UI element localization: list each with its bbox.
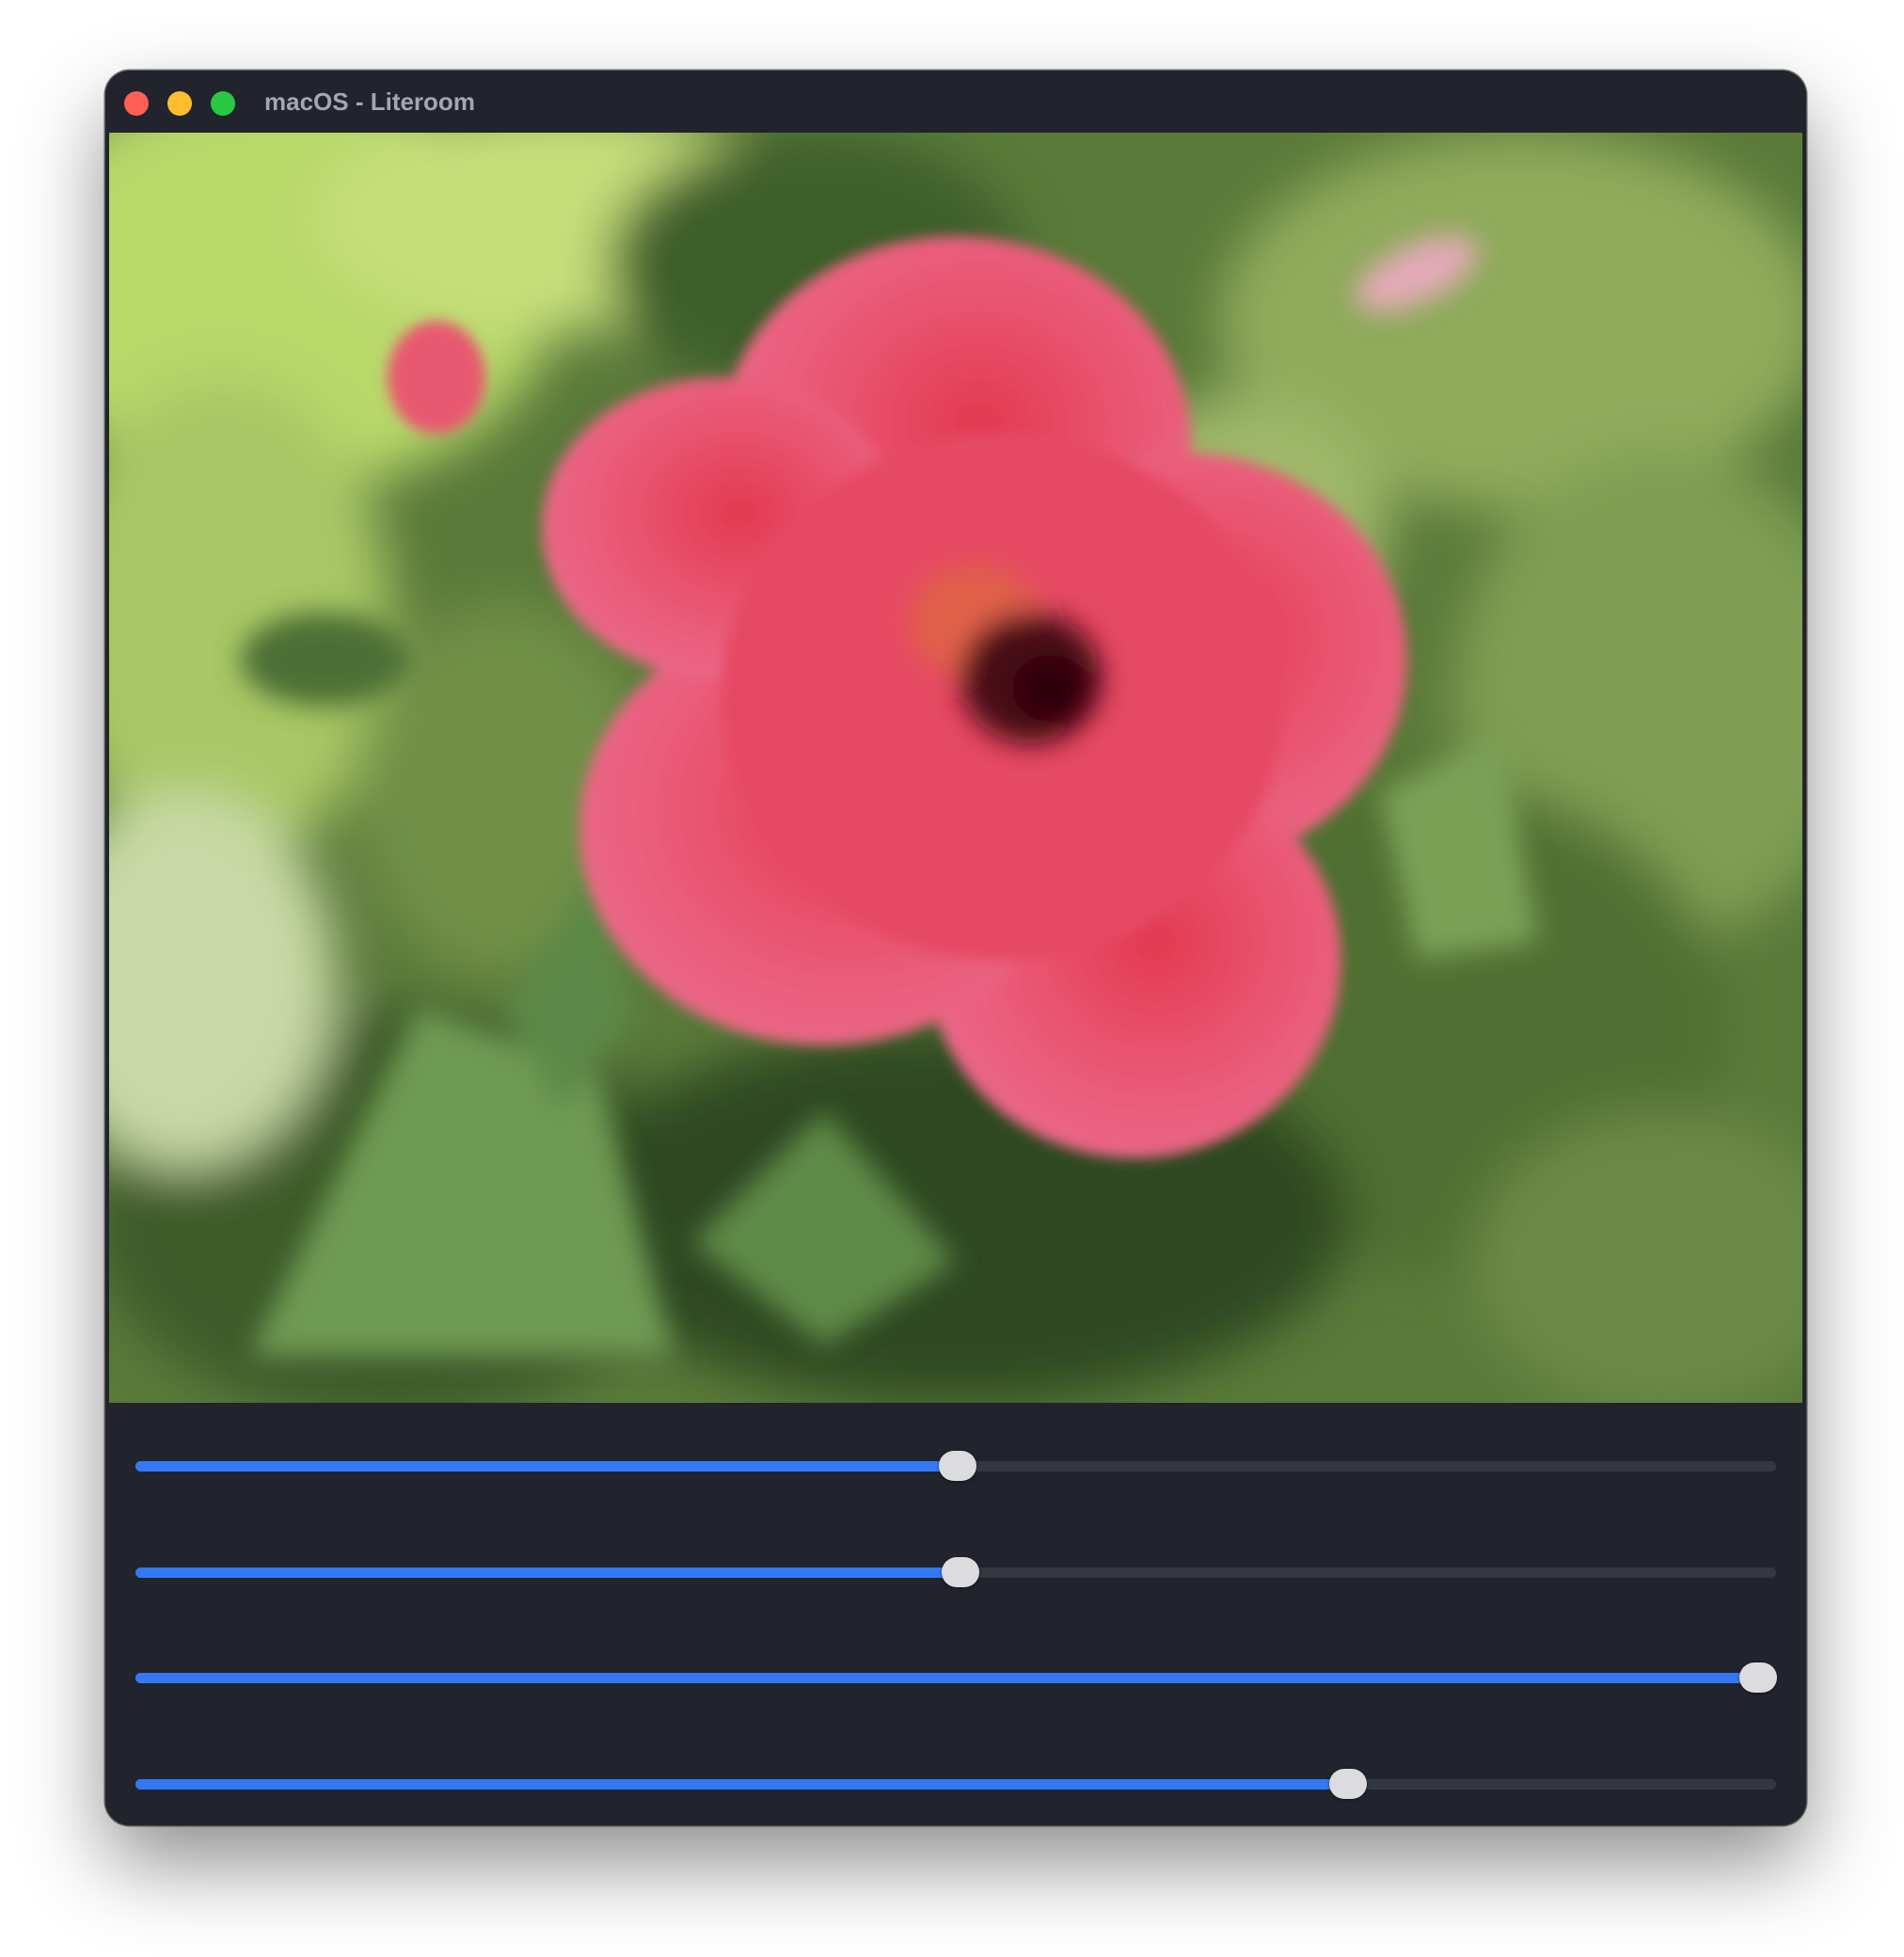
minimize-button[interactable]: [167, 91, 192, 116]
slider-fill: [135, 1673, 1758, 1683]
slider-fill: [135, 1779, 1348, 1790]
slider-thumb[interactable]: [1738, 1663, 1777, 1693]
slider-fill: [135, 1461, 958, 1472]
slider-4[interactable]: [135, 1765, 1776, 1803]
zoom-button[interactable]: [211, 91, 235, 116]
slider-thumb[interactable]: [938, 1451, 976, 1481]
window-title: macOS - Literoom: [264, 88, 475, 116]
slider-1[interactable]: [135, 1447, 1776, 1485]
app-window: macOS - Literoom: [105, 71, 1806, 1825]
close-button[interactable]: [124, 91, 149, 116]
slider-2[interactable]: [135, 1553, 1776, 1591]
title-bar[interactable]: macOS - Literoom: [105, 71, 1806, 133]
slider-fill: [135, 1567, 961, 1578]
adjustment-panel: [105, 1403, 1806, 1825]
photo-preview: [109, 133, 1802, 1403]
slider-3[interactable]: [135, 1659, 1777, 1696]
slider-thumb[interactable]: [1328, 1769, 1367, 1799]
hibiscus-flower-photo: [109, 133, 1802, 1403]
slider-thumb[interactable]: [942, 1557, 980, 1587]
